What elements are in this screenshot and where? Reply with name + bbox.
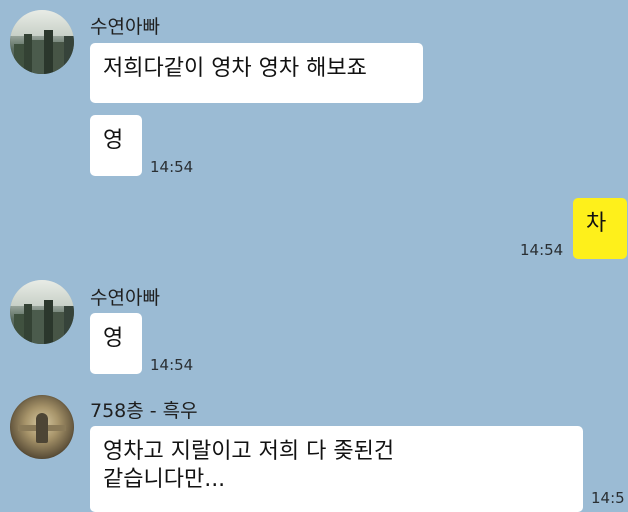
avatar-suyeon-dad[interactable] <box>10 280 74 344</box>
avatar-sky <box>10 280 74 306</box>
message-text: 영 <box>103 128 124 153</box>
avatar-building <box>53 42 64 74</box>
avatar-building <box>64 36 74 74</box>
avatar-building <box>14 314 24 344</box>
sender-name: 수연아빠 <box>90 16 160 38</box>
message-bubble[interactable]: 영 <box>90 313 142 374</box>
avatar-building <box>44 300 53 344</box>
avatar-building <box>24 34 32 74</box>
avatar-sky <box>10 10 74 36</box>
avatar-building <box>14 44 24 74</box>
message-bubble[interactable]: 영차고 지랄이고 저희 다 좆된건 같습니다만... <box>90 426 583 512</box>
avatar-figure <box>36 413 48 443</box>
message-text: 차 <box>586 211 607 236</box>
sender-name: 수연아빠 <box>90 287 160 309</box>
chat-room: 수연아빠 저희다같이 영차 영차 해보죠 영 14:54 차 14:54 수연아… <box>0 0 628 512</box>
avatar-758-heugu[interactable] <box>10 395 74 459</box>
avatar-building <box>24 304 32 344</box>
avatar-building <box>64 306 74 344</box>
message-text: 영 <box>103 326 124 351</box>
message-time: 14:54 <box>150 356 194 374</box>
message-time: 14:54 <box>150 158 194 176</box>
message-time: 14:5 <box>591 489 625 507</box>
message-time: 14:54 <box>520 241 564 259</box>
avatar-suyeon-dad[interactable] <box>10 10 74 74</box>
sender-name: 758층 - 흑우 <box>90 400 198 422</box>
message-bubble[interactable]: 영 <box>90 115 142 176</box>
message-text-line: 같습니다만... <box>103 467 226 492</box>
message-bubble[interactable]: 저희다같이 영차 영차 해보죠 <box>90 43 423 103</box>
avatar-building <box>53 312 64 344</box>
avatar-building <box>32 310 44 344</box>
avatar-building <box>44 30 53 74</box>
avatar-building <box>32 40 44 74</box>
message-text: 저희다같이 영차 영차 해보죠 <box>103 56 367 81</box>
my-message-bubble[interactable]: 차 <box>573 198 627 259</box>
message-text-line: 영차고 지랄이고 저희 다 좆된건 <box>103 439 395 464</box>
